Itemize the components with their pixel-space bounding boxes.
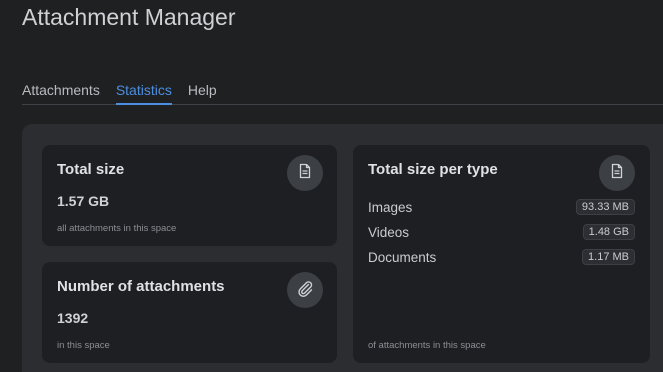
total-size-card: Total size 1.57 GB all attachments in th… (42, 145, 337, 246)
document-icon (297, 163, 313, 184)
attachment-manager-page: Attachment Manager Attachments Statistic… (0, 0, 663, 372)
paperclip-icon (296, 279, 314, 302)
type-label: Documents (368, 249, 437, 265)
tab-help[interactable]: Help (188, 81, 217, 103)
size-per-type-card: Total size per type Images 93.33 MB Vide… (353, 145, 650, 363)
attachment-count-caption: in this space (57, 340, 110, 351)
type-label: Videos (368, 224, 410, 240)
type-row-images: Images 93.33 MB (368, 198, 635, 216)
size-per-type-title: Total size per type (368, 161, 498, 178)
attachment-count-card: Number of attachments 1392 in this space (42, 262, 337, 363)
size-per-type-icon-button[interactable] (599, 155, 635, 191)
size-per-type-caption: of attachments in this space (368, 340, 486, 351)
total-size-title: Total size (57, 161, 125, 178)
total-size-value: 1.57 GB (57, 193, 110, 209)
attachment-count-title: Number of attachments (57, 278, 225, 295)
total-size-caption: all attachments in this space (57, 223, 177, 234)
tab-statistics[interactable]: Statistics (115, 81, 172, 105)
type-row-videos: Videos 1.48 GB (368, 223, 635, 241)
page-title: Attachment Manager (22, 4, 236, 30)
type-size-badge: 93.33 MB (575, 199, 635, 215)
type-size-badge: 1.17 MB (582, 249, 635, 265)
type-row-documents: Documents 1.17 MB (368, 248, 635, 266)
attachment-count-value: 1392 (57, 310, 89, 326)
tab-bar: Attachments Statistics Help (22, 81, 663, 105)
type-size-badge: 1.48 GB (582, 224, 635, 240)
tab-attachments[interactable]: Attachments (22, 81, 100, 103)
total-size-icon-button[interactable] (287, 155, 323, 191)
document-icon (609, 163, 625, 184)
attachment-count-icon-button[interactable] (287, 272, 323, 308)
type-label: Images (368, 199, 413, 215)
statistics-panel: Total size 1.57 GB all attachments in th… (22, 124, 663, 372)
